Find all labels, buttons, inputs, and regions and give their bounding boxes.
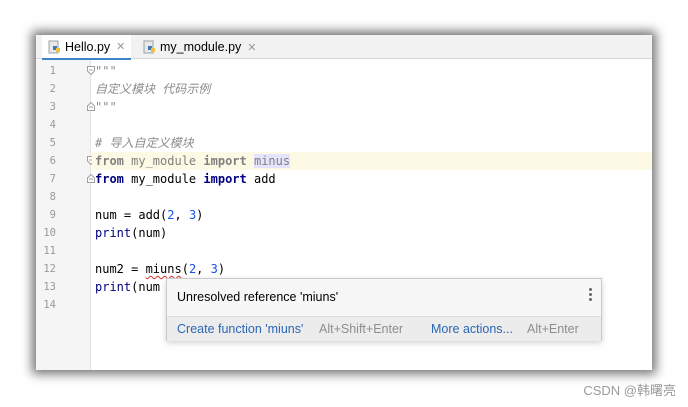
line-number-gutter[interactable]: 1 2 3 4 5 6 7 8 9 10 11 12 13 14 bbox=[36, 60, 91, 370]
import-name: add bbox=[246, 172, 276, 186]
line-comment: # 导入自定义模块 bbox=[95, 136, 194, 150]
keyword-import: import bbox=[203, 154, 247, 168]
unresolved-reference[interactable]: miuns bbox=[146, 262, 182, 276]
line-number: 2 bbox=[49, 83, 56, 95]
code-line-3: """ bbox=[92, 98, 652, 116]
code-text: ( bbox=[181, 262, 189, 276]
builtin-print: print bbox=[95, 226, 132, 240]
code-text: , bbox=[174, 208, 189, 222]
tab-bar: Hello.py ✕ my_module.py ✕ bbox=[36, 35, 652, 60]
create-function-link[interactable]: Create function 'miuns' bbox=[177, 322, 303, 336]
line-number: 12 bbox=[43, 263, 56, 275]
module-name: my_module bbox=[123, 154, 204, 168]
line-number: 4 bbox=[49, 119, 56, 131]
code-text: , bbox=[196, 262, 211, 276]
close-icon[interactable]: ✕ bbox=[247, 41, 256, 54]
line-number: 7 bbox=[49, 173, 56, 185]
code-text: (num bbox=[131, 280, 161, 294]
more-actions-link[interactable]: More actions... bbox=[431, 322, 513, 336]
number-literal: 3 bbox=[210, 262, 218, 276]
keyword-import: import bbox=[203, 172, 247, 186]
line-number: 11 bbox=[43, 245, 56, 257]
keyword-from: from bbox=[95, 154, 124, 168]
code-line-12: num2 = miuns(2, 3) bbox=[92, 260, 652, 278]
code-text: num = add( bbox=[95, 208, 168, 222]
line-number: 14 bbox=[43, 299, 56, 311]
python-file-icon bbox=[48, 40, 62, 54]
error-message: Unresolved reference 'miuns' bbox=[177, 290, 339, 304]
line-number: 6 bbox=[49, 155, 56, 167]
close-icon[interactable]: ✕ bbox=[116, 40, 125, 53]
code-line-9: num = add(2, 3) bbox=[92, 206, 652, 224]
python-file-icon bbox=[143, 40, 157, 54]
inspection-popup: Unresolved reference 'miuns' Create func… bbox=[166, 278, 602, 341]
line-number: 13 bbox=[43, 281, 56, 293]
code-line-10: print(num) bbox=[92, 224, 652, 242]
keyword-from: from bbox=[95, 172, 124, 186]
code-line-7: from my_module import add bbox=[92, 170, 652, 188]
code-line-2: 自定义模块 代码示例 bbox=[92, 80, 652, 98]
more-options-icon[interactable] bbox=[587, 288, 593, 304]
tab-label: my_module.py bbox=[160, 40, 242, 54]
code-text: num2 = bbox=[95, 262, 146, 276]
docstring-delimiter: """ bbox=[95, 64, 117, 78]
watermark: CSDN @韩曙亮 bbox=[583, 383, 676, 398]
line-number: 1 bbox=[49, 65, 56, 77]
line-number: 3 bbox=[49, 101, 56, 113]
tab-my-module-py[interactable]: my_module.py ✕ bbox=[137, 35, 263, 59]
shortcut-hint: Alt+Enter bbox=[527, 322, 579, 336]
code-text: ) bbox=[196, 208, 204, 222]
builtin-print: print bbox=[95, 280, 132, 294]
tab-label: Hello.py bbox=[65, 39, 111, 54]
code-text: (num) bbox=[131, 226, 168, 240]
code-text: ) bbox=[217, 262, 226, 276]
docstring-delimiter: """ bbox=[95, 100, 117, 114]
line-number: 10 bbox=[43, 227, 56, 239]
line-number: 5 bbox=[49, 137, 56, 149]
module-name: my_module bbox=[123, 172, 204, 186]
line-number: 8 bbox=[49, 191, 56, 203]
code-line-6: from my_module import minus bbox=[92, 152, 652, 170]
code-line-5: # 导入自定义模块 bbox=[92, 134, 652, 152]
shortcut-hint: Alt+Shift+Enter bbox=[319, 322, 404, 336]
unused-import-name: minus bbox=[253, 154, 291, 168]
code-line-1: """ bbox=[92, 62, 652, 80]
tab-hello-py[interactable]: Hello.py ✕ bbox=[42, 35, 132, 60]
line-number: 9 bbox=[49, 209, 56, 221]
docstring-text: 自定义模块 代码示例 bbox=[95, 82, 211, 96]
quick-fix-bar: Create function 'miuns' Alt+Shift+Enter … bbox=[167, 316, 601, 341]
